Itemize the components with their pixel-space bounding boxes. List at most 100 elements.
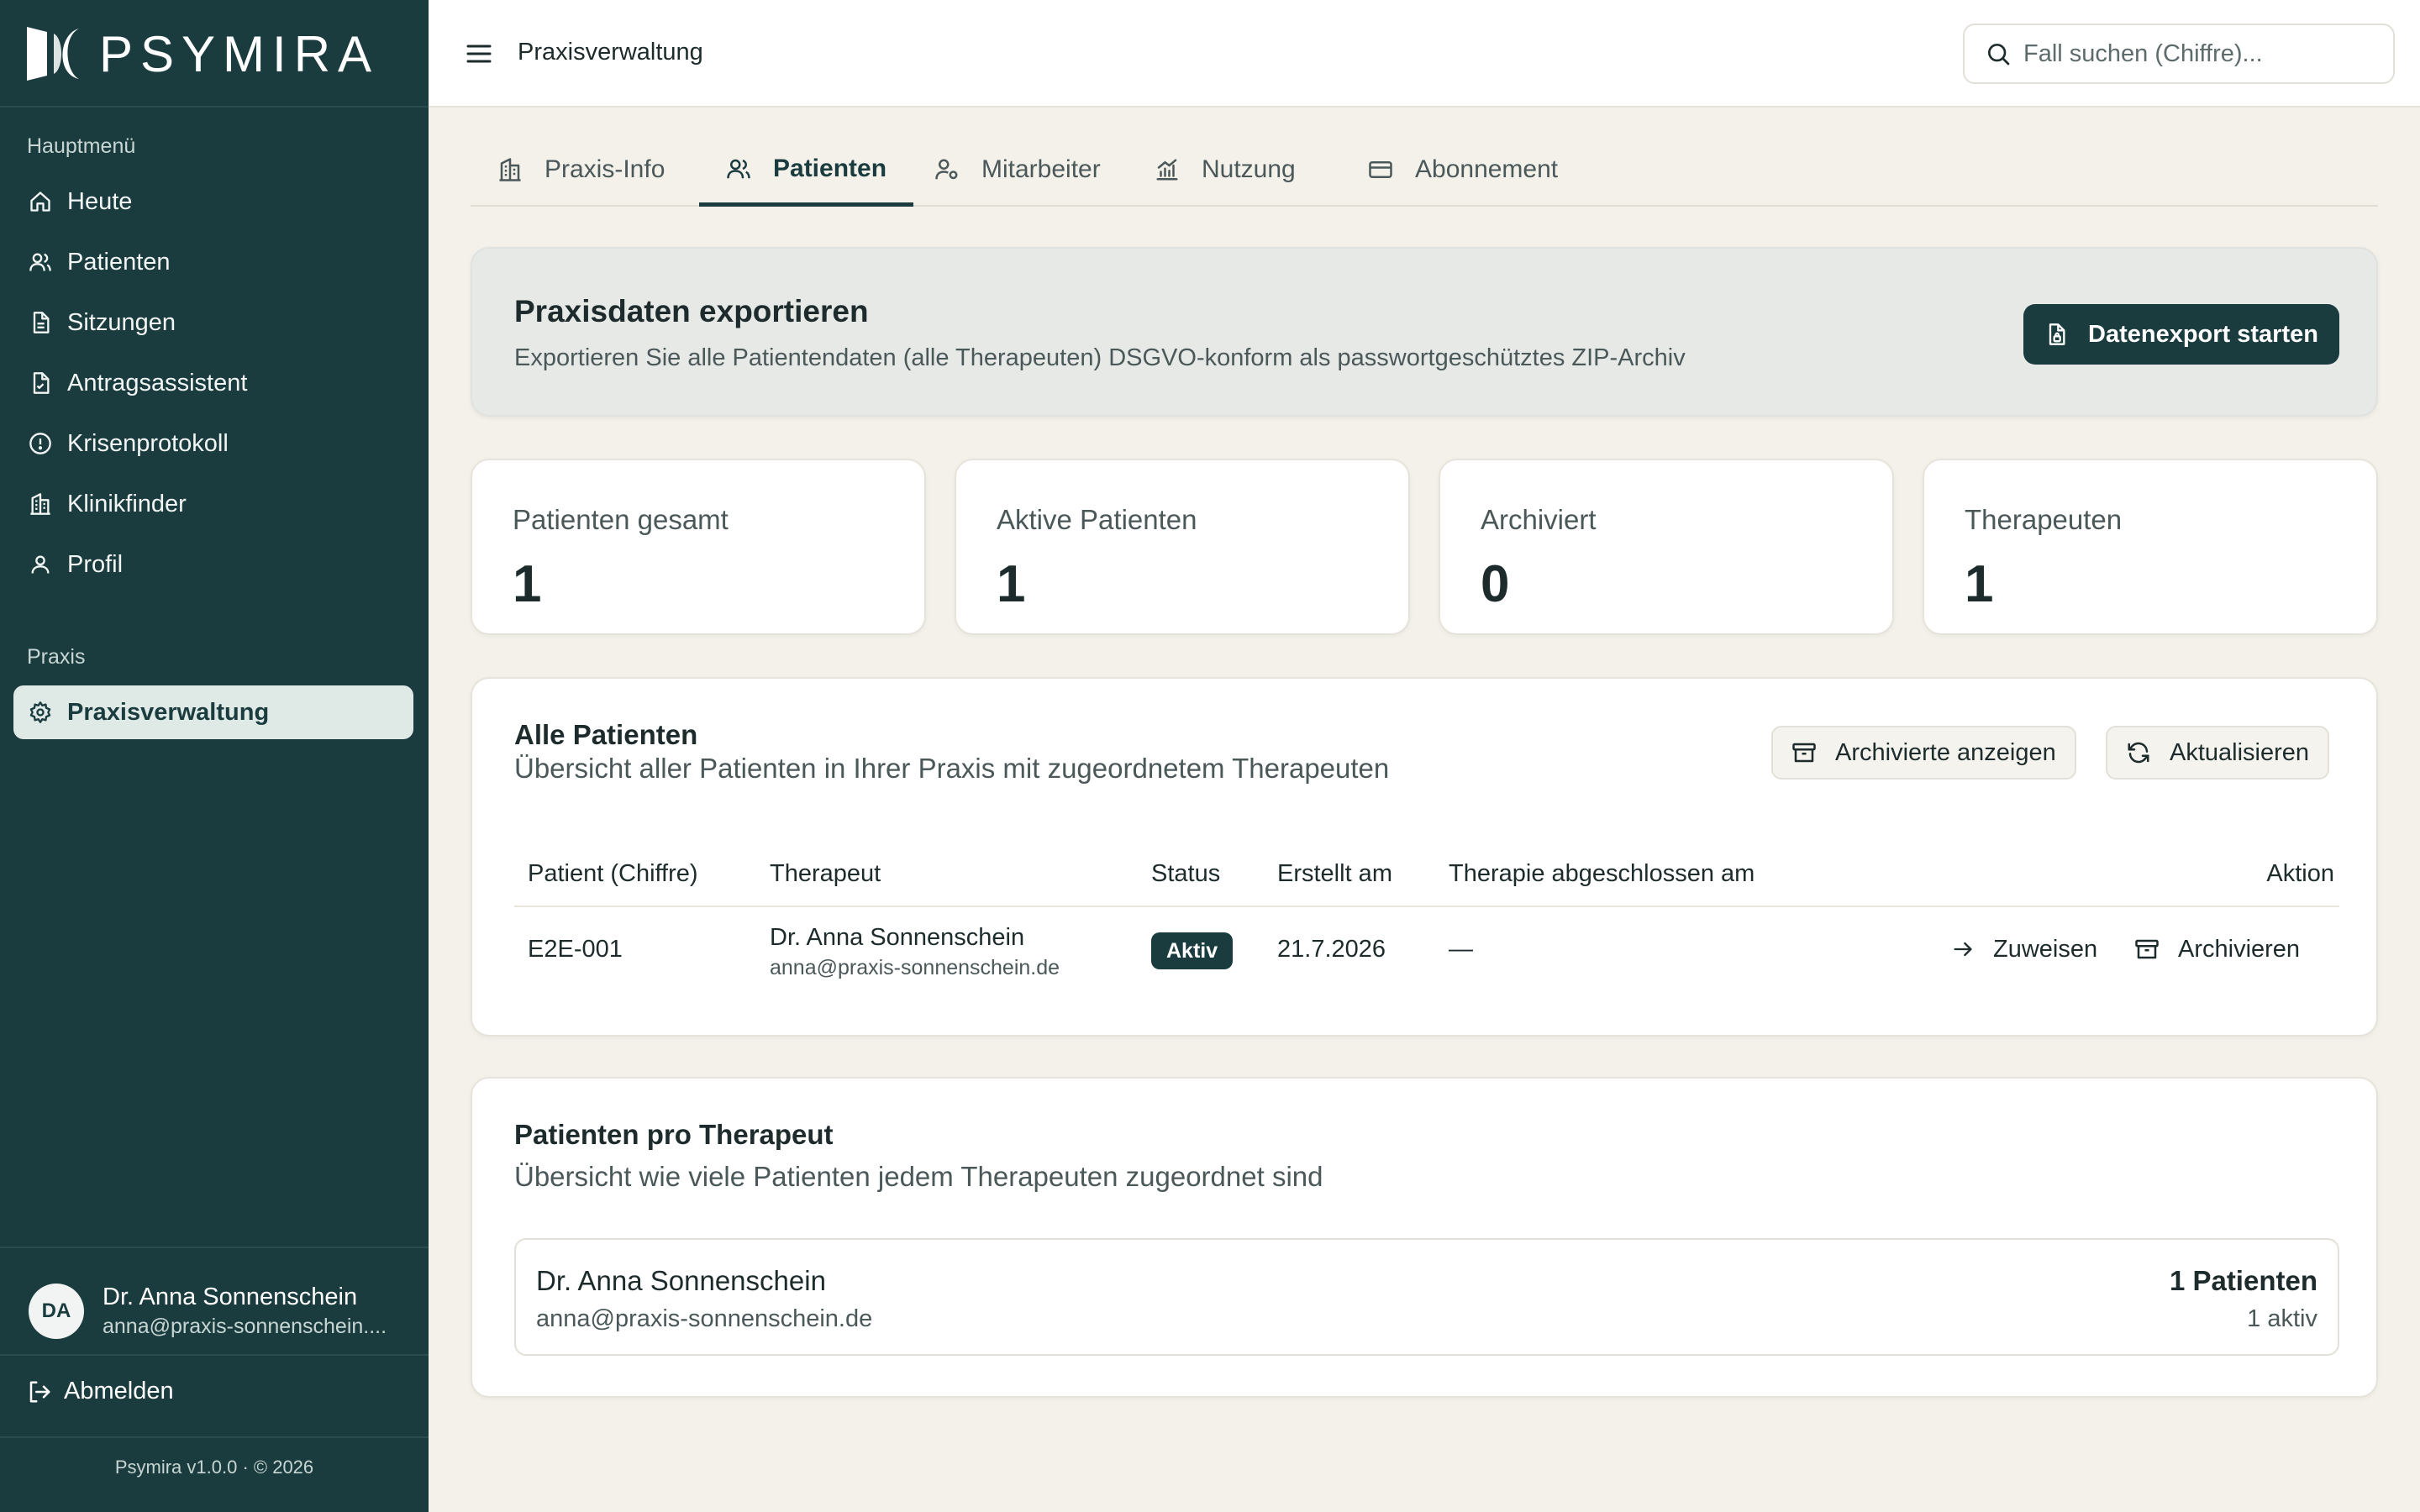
stat-label: Aktive Patienten [997,504,1197,535]
sidebar-item-praxisverwaltung[interactable]: Praxisverwaltung [13,685,413,739]
stat-value: 1 [1965,555,1994,613]
sidebar-item-klinikfinder[interactable]: Klinikfinder [13,477,413,531]
stat-label: Archiviert [1481,504,1597,535]
card-subtitle: Übersicht wie viele Patienten jedem Ther… [514,1161,1323,1192]
sidebar: PSYMIRA Hauptmenü Heute Patienten Sitzun… [0,0,429,1512]
user-name: Dr. Anna Sonnenschein [103,1284,358,1310]
menu-toggle-button[interactable] [462,37,496,71]
cell-therapist-name: Dr. Anna Sonnenschein [770,924,1025,951]
sidebar-item-label: Patienten [67,248,171,276]
sidebar-item-sitzungen[interactable]: Sitzungen [13,296,413,349]
building-icon [27,491,54,517]
sidebar-item-label: Antragsassistent [67,369,248,396]
export-title: Praxisdaten exportieren [514,294,869,328]
cell-chiffre[interactable]: E2E-001 [528,936,623,963]
sidebar-item-label: Heute [67,187,133,215]
tab-label: Nutzung [1202,155,1296,183]
tab-bar: Praxis-Info Patienten Mitarbeiter Nutzun… [471,134,2378,207]
archive-button[interactable]: Archivieren [2134,932,2300,966]
assign-label: Zuweisen [1993,935,2098,963]
column-header-erstellt[interactable]: Erstellt am [1277,860,1392,888]
file-lock-icon [2044,322,2068,347]
tab-patienten[interactable]: Patienten [699,134,914,207]
sidebar-item-profil[interactable]: Profil [13,538,413,591]
stat-card-archiviert: Archiviert 0 [1439,459,1894,635]
gear-icon [27,699,54,726]
sidebar-item-label: Krisenprotokoll [67,429,229,457]
stat-card-aktive-patienten: Aktive Patienten 1 [955,459,1410,635]
user-icon [27,551,54,578]
all-patients-card: Alle Patienten Übersicht aller Patienten… [471,677,2378,1037]
archive-icon [1791,740,1817,765]
column-header-status[interactable]: Status [1151,860,1220,888]
export-description: Exportieren Sie alle Patientendaten (all… [514,344,1686,371]
therapist-entry[interactable]: Dr. Anna Sonnenschein anna@praxis-sonnen… [514,1238,2339,1356]
sidebar-divider [0,1354,429,1356]
document-icon [27,309,54,336]
stat-card-patienten-gesamt: Patienten gesamt 1 [471,459,926,635]
show-archived-button[interactable]: Archivierte anzeigen [1771,726,2076,780]
tab-abonnement[interactable]: Abonnement [1341,134,1585,205]
cell-closed: — [1449,936,1473,963]
start-export-label: Datenexport starten [2088,320,2318,348]
refresh-label: Aktualisieren [2170,738,2310,766]
column-header-abgeschlossen[interactable]: Therapie abgeschlossen am [1449,860,1754,888]
cell-created: 21.7.2026 [1277,936,1386,963]
refresh-button[interactable]: Aktualisieren [2106,726,2330,780]
logout-label: Abmelden [64,1378,174,1404]
top-header: Praxisverwaltung [429,0,2420,108]
home-icon [27,188,54,215]
psymira-logo-icon [27,27,79,81]
stat-label: Patienten gesamt [513,504,729,535]
column-header-therapeut[interactable]: Therapeut [770,860,881,888]
stat-label: Therapeuten [1965,504,2123,535]
tab-label: Praxis-Info [544,155,666,183]
tab-praxis-info[interactable]: Praxis-Info [471,134,692,205]
tab-nutzung[interactable]: Nutzung [1128,134,1323,205]
chart-icon [1155,157,1180,182]
card-title: Alle Patienten [514,719,698,750]
tab-label: Abonnement [1415,155,1559,183]
show-archived-label: Archivierte anzeigen [1835,738,2056,766]
start-export-button[interactable]: Datenexport starten [2023,304,2339,365]
logout-button[interactable]: Abmelden [27,1378,174,1405]
active-count: 1 aktiv [2247,1305,2317,1332]
sidebar-item-antragsassistent[interactable]: Antragsassistent [13,356,413,410]
app-logo[interactable]: PSYMIRA [25,25,379,82]
assign-button[interactable]: Zuweisen [1951,932,2097,966]
stat-value: 1 [513,555,542,613]
hamburger-icon [466,45,492,63]
users-icon [27,249,54,276]
search-input[interactable] [2023,39,2385,68]
file-check-icon [27,370,54,396]
archive-icon [2134,937,2160,962]
search-icon [1985,40,2012,67]
status-badge: Aktiv [1151,932,1234,969]
avatar: DA [29,1284,84,1339]
column-header-patient[interactable]: Patient (Chiffre) [528,860,698,888]
section-label-praxis: Praxis [27,645,86,669]
sidebar-item-label: Praxisverwaltung [67,698,270,726]
column-header-aktion: Aktion [2266,860,2334,887]
card-subtitle: Übersicht aller Patienten in Ihrer Praxi… [514,753,1390,784]
sidebar-item-krisenprotokoll[interactable]: Krisenprotokoll [13,417,413,470]
search-box[interactable] [1963,24,2395,84]
page-title: Praxisverwaltung [518,39,703,66]
stat-card-therapeuten: Therapeuten 1 [1923,459,2378,635]
sidebar-item-heute[interactable]: Heute [13,175,413,228]
tab-mitarbeiter[interactable]: Mitarbeiter [908,134,1128,205]
section-label-main: Hauptmenü [27,134,136,158]
building-icon [497,157,523,182]
refresh-icon [2126,740,2151,765]
sidebar-item-label: Sitzungen [67,308,176,336]
archive-label: Archivieren [2178,935,2301,963]
tab-label: Mitarbeiter [981,155,1101,183]
alert-circle-icon [27,430,54,457]
table-header-divider [514,906,2339,907]
sidebar-item-patienten[interactable]: Patienten [13,235,413,289]
sidebar-item-label: Profil [67,550,124,578]
arrow-right-icon [1951,937,1975,961]
user-card[interactable]: DA Dr. Anna Sonnenschein anna@praxis-son… [29,1282,415,1341]
sidebar-divider [0,106,429,108]
therapist-name: Dr. Anna Sonnenschein [536,1265,826,1296]
